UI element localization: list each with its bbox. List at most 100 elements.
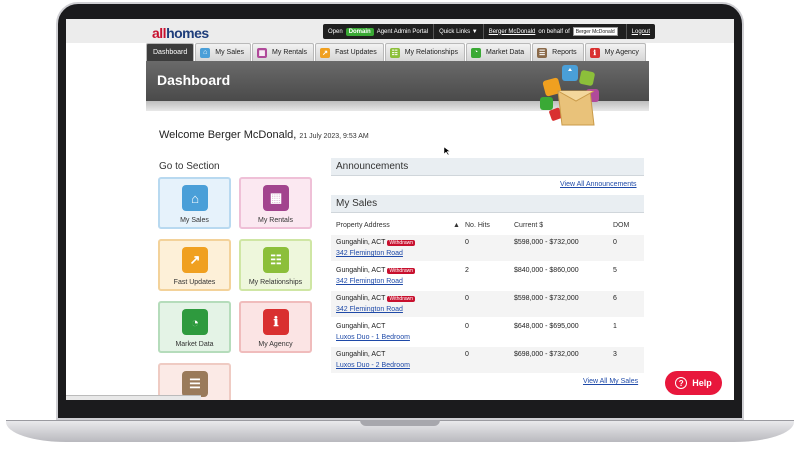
report-icon: ☰ (182, 371, 208, 397)
help-label: Help (692, 378, 712, 388)
row-price: $598,000 - $732,000 (514, 295, 579, 302)
row-suburb: Gungahlin, ACT Withdrawn (336, 267, 416, 274)
row-hits: 0 (465, 295, 469, 302)
tile-label: Market Data (175, 341, 214, 348)
tile-label: My Relationships (248, 279, 303, 286)
mouse-cursor-icon (444, 147, 450, 155)
pie-chart-icon: ◔ (471, 47, 482, 58)
tile-label: Fast Updates (173, 279, 216, 286)
tab-label: My Relationships (404, 49, 459, 56)
property-address-link[interactable]: 342 Flemington Road (336, 278, 403, 285)
allhomes-logo[interactable]: allhomes (152, 25, 209, 41)
row-dom: 0 (613, 239, 617, 246)
row-dom: 6 (613, 295, 617, 302)
main-tabs: Dashboard ⌂ My Sales ▦ My Rentals ↗ Fast Up… (146, 43, 647, 61)
row-suburb: Gungahlin, ACT (336, 351, 385, 358)
question-icon: ? (675, 377, 688, 389)
welcome-greeting: Welcome Berger McDonald, (159, 129, 297, 141)
quick-links-dropdown[interactable]: Quick Links ▼ (434, 24, 484, 39)
section-tile-my-relationships[interactable]: ☷ My Relationships (239, 239, 312, 291)
screen: allhomes Open Domain Agent Admin Portal … (66, 19, 734, 400)
property-address-link[interactable]: 342 Flemington Road (336, 250, 403, 257)
report-icon: ☰ (537, 47, 548, 58)
row-price: $698,000 - $732,000 (514, 351, 579, 358)
tile-label: My Sales (180, 217, 209, 224)
agency-icon: ℹ (589, 47, 600, 58)
tab-my-sales[interactable]: ⌂ My Sales (195, 43, 252, 61)
view-all-announcements-link[interactable]: View All Announcements (560, 181, 637, 188)
logout-link[interactable]: Logout (632, 29, 650, 35)
column-header-current-price[interactable]: Current $ (514, 222, 543, 229)
tab-dashboard[interactable]: Dashboard (146, 43, 195, 61)
table-row: Gungahlin, ACT Withdrawn 342 Flemington R… (331, 235, 644, 262)
row-price: $840,000 - $860,000 (514, 267, 579, 274)
suburb-text: Gungahlin, ACT (336, 323, 386, 330)
pie-chart-icon: ◔ (182, 309, 208, 335)
lightning-icon: ↗ (320, 47, 331, 58)
section-tile-market-data[interactable]: ◔ Market Data (158, 301, 231, 353)
section-tile-fast-updates[interactable]: ↗ Fast Updates (158, 239, 231, 291)
tab-label: Market Data (486, 49, 525, 56)
table-row: Gungahlin, ACT Luxos Duo - 1 Bedroom 0 $… (331, 319, 644, 346)
tab-fast-updates[interactable]: ↗ Fast Updates (315, 43, 384, 61)
row-suburb: Gungahlin, ACT Withdrawn (336, 295, 416, 302)
announcements-header: Announcements (331, 158, 644, 176)
column-header-dom[interactable]: DOM (613, 222, 629, 229)
suburb-text: Gungahlin, ACT (336, 351, 386, 358)
row-hits: 2 (465, 267, 469, 274)
quick-links-label: Quick Links ▼ (439, 28, 478, 35)
tile-label: My Rentals (257, 217, 293, 224)
tab-my-relationships[interactable]: ☷ My Relationships (384, 43, 466, 61)
house-icon: ⌂ (182, 185, 208, 211)
row-suburb: Gungahlin, ACT Withdrawn (336, 239, 416, 246)
welcome-message: Welcome Berger McDonald, 21 July 2023, 9… (159, 129, 369, 141)
laptop-frame: allhomes Open Domain Agent Admin Portal … (0, 0, 800, 450)
user-info: Berger McDonald on behalf of Berger McDo… (484, 24, 627, 39)
logo-part-all: all (152, 25, 167, 41)
section-tile-my-agency[interactable]: ℹ My Agency (239, 301, 312, 353)
top-bar: allhomes Open Domain Agent Admin Portal … (66, 19, 734, 43)
section-tile-my-rentals[interactable]: ▦ My Rentals (239, 177, 312, 229)
my-sales-header: My Sales (331, 195, 644, 213)
on-behalf-label: on behalf of (538, 28, 570, 35)
tab-label: Dashboard (153, 49, 188, 56)
agent-select[interactable]: Berger McDonald (572, 27, 618, 36)
tab-market-data[interactable]: ◔ Market Data (466, 43, 532, 61)
open-label: Open (328, 28, 343, 35)
house-icon: ⌂ (200, 47, 211, 58)
column-header-hits[interactable]: No. Hits (465, 222, 490, 229)
suburb-text: Gungahlin, ACT (336, 295, 386, 302)
laptop-notch (360, 420, 440, 426)
building-icon: ▦ (257, 47, 268, 58)
utility-bar: Open Domain Agent Admin Portal Quick Lin… (323, 24, 656, 39)
user-name-link[interactable]: Berger McDonald (489, 29, 536, 35)
row-hits: 0 (465, 323, 469, 330)
dashboard-illustration-icon (540, 65, 599, 126)
go-to-section-title: Go to Section (159, 161, 220, 172)
sort-ascending-icon[interactable]: ▲ (453, 222, 460, 229)
row-dom: 1 (613, 323, 617, 330)
property-address-link[interactable]: 342 Flemington Road (336, 306, 403, 313)
row-dom: 5 (613, 267, 617, 274)
help-button[interactable]: ? Help (665, 371, 722, 395)
tile-label: My Agency (258, 341, 293, 348)
welcome-date: 21 July 2023, 9:53 AM (299, 133, 369, 140)
tab-reports[interactable]: ☰ Reports (532, 43, 584, 61)
agency-icon: ℹ (263, 309, 289, 335)
section-tile-my-sales[interactable]: ⌂ My Sales (158, 177, 231, 229)
tab-label: My Sales (215, 49, 245, 56)
tab-my-agency[interactable]: ℹ My Agency (584, 43, 646, 61)
suburb-text: Gungahlin, ACT (336, 267, 386, 274)
people-icon: ☷ (263, 247, 289, 273)
property-address-link[interactable]: Luxos Duo - 1 Bedroom (336, 334, 410, 341)
tab-label: Fast Updates (335, 49, 377, 56)
property-address-link[interactable]: Luxos Duo - 2 Bedroom (336, 362, 410, 369)
table-row: Gungahlin, ACT Withdrawn 342 Flemington R… (331, 291, 644, 318)
column-header-address[interactable]: Property Address (336, 222, 390, 229)
row-suburb: Gungahlin, ACT (336, 323, 385, 330)
building-icon: ▦ (263, 185, 289, 211)
row-price: $598,000 - $732,000 (514, 239, 579, 246)
tab-my-rentals[interactable]: ▦ My Rentals (252, 43, 315, 61)
view-all-my-sales-link[interactable]: View All My Sales (583, 378, 638, 385)
agent-admin-portal-link[interactable]: Open Domain Agent Admin Portal (323, 24, 435, 39)
